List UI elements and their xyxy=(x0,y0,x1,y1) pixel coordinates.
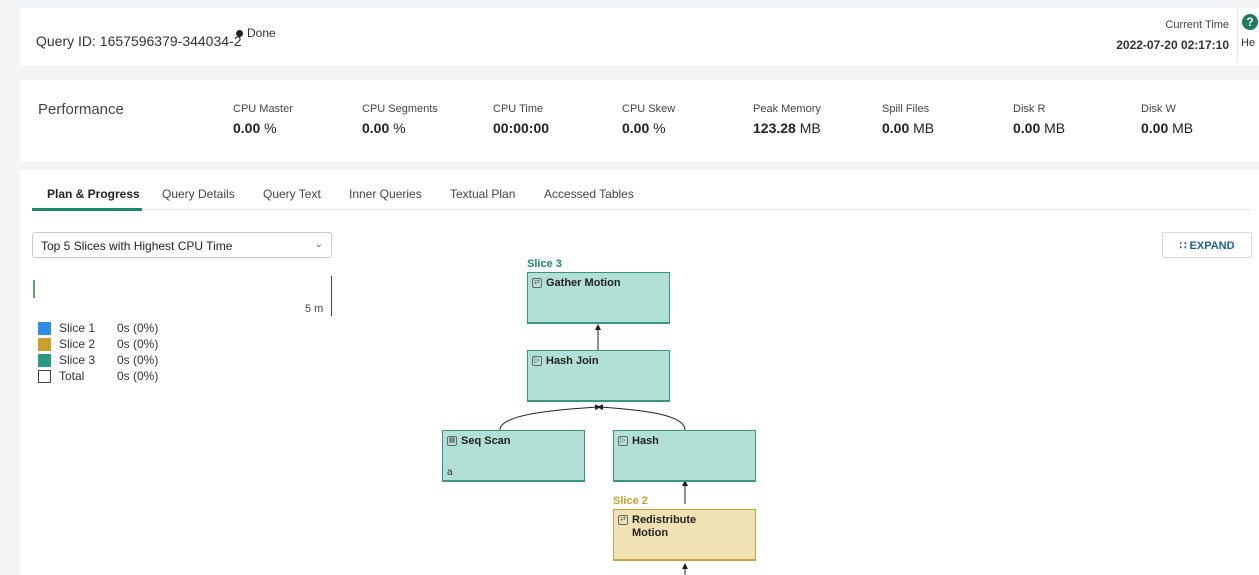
node-seq-scan[interactable]: ▦ Seq Scan a xyxy=(442,430,585,482)
status-dot-icon xyxy=(236,29,243,37)
node-title: Seq Scan xyxy=(461,435,511,447)
node-title: Hash xyxy=(632,435,659,447)
node-table-name: a xyxy=(447,467,453,478)
metric-label: CPU Skew xyxy=(622,103,676,115)
node-gather-motion[interactable]: ⇄ Gather Motion xyxy=(527,272,670,324)
node-hash-join[interactable]: ▷ Hash Join xyxy=(527,350,670,402)
edge-hash-to-hashjoin xyxy=(597,404,686,431)
metric-disk-r: Disk R 0.00 MB xyxy=(1013,103,1065,136)
query-header: Query ID: 1657596379-344034-2 Done Curre… xyxy=(20,8,1259,66)
metric-cpu-skew: CPU Skew 0.00 % xyxy=(622,103,675,136)
metric-label: CPU Segments xyxy=(362,103,438,115)
metric-value: 00:00:00 xyxy=(493,120,550,136)
node-title: Redistribute Motion xyxy=(632,514,697,539)
metric-cpu-segments: CPU Segments 0.00 % xyxy=(362,103,438,136)
metric-cpu-master: CPU Master 0.00 % xyxy=(233,103,293,136)
slice-3-label: Slice 3 xyxy=(527,258,562,270)
query-id: Query ID: 1657596379-344034-2 xyxy=(36,33,242,49)
metric-spill-files: Spill Files 0.00 MB xyxy=(882,103,934,136)
slice-2-label: Slice 2 xyxy=(613,495,648,507)
metric-cpu-time: CPU Time 00:00:00 xyxy=(493,103,549,136)
metric-value: 0.00 MB xyxy=(1141,120,1194,136)
metric-value: 0.00 % xyxy=(622,120,666,136)
metric-label: CPU Master xyxy=(233,103,293,115)
performance-title: Performance xyxy=(38,101,124,118)
edge-seqscan-to-hashjoin xyxy=(499,404,601,431)
help-button[interactable]: ? He xyxy=(1237,8,1259,62)
help-label: He xyxy=(1241,37,1256,49)
plan-panel: Plan & Progress Query Details Query Text… xyxy=(20,170,1259,575)
metric-value: 0.00 MB xyxy=(1013,120,1066,136)
node-hash[interactable]: ▷ Hash xyxy=(613,430,756,482)
metric-label: Peak Memory xyxy=(753,103,821,115)
metric-value: 0.00 % xyxy=(362,120,406,136)
help-icon: ? xyxy=(1242,14,1258,30)
metric-label: Disk W xyxy=(1141,103,1176,115)
current-time-value: 2022-07-20 02:17:10 xyxy=(1116,38,1229,52)
metric-disk-w: Disk W 0.00 MB xyxy=(1141,103,1193,136)
join-icon: ▷ xyxy=(532,356,542,366)
performance-panel: Performance CPU Master 0.00 % CPU Segmen… xyxy=(20,80,1259,162)
hash-icon: ▷ xyxy=(618,436,628,446)
table-icon: ▦ xyxy=(447,436,457,446)
current-time-label: Current Time xyxy=(1165,19,1229,31)
metric-value: 0.00 % xyxy=(233,120,277,136)
metric-label: Spill Files xyxy=(882,103,930,115)
status-badge: Done xyxy=(236,26,276,40)
metric-peak-memory: Peak Memory 123.28 MB xyxy=(753,103,821,136)
node-redistribute-motion[interactable]: ⇄ Redistribute Motion xyxy=(613,509,756,561)
metric-label: Disk R xyxy=(1013,103,1046,115)
metric-value: 123.28 MB xyxy=(753,120,821,136)
metric-value: 0.00 MB xyxy=(882,120,935,136)
motion-icon: ⇄ xyxy=(532,278,542,288)
status-text: Done xyxy=(247,26,276,40)
node-title: Hash Join xyxy=(546,355,599,367)
metric-label: CPU Time xyxy=(493,103,544,115)
node-title: Gather Motion xyxy=(546,277,621,289)
motion-icon: ⇄ xyxy=(618,515,628,525)
